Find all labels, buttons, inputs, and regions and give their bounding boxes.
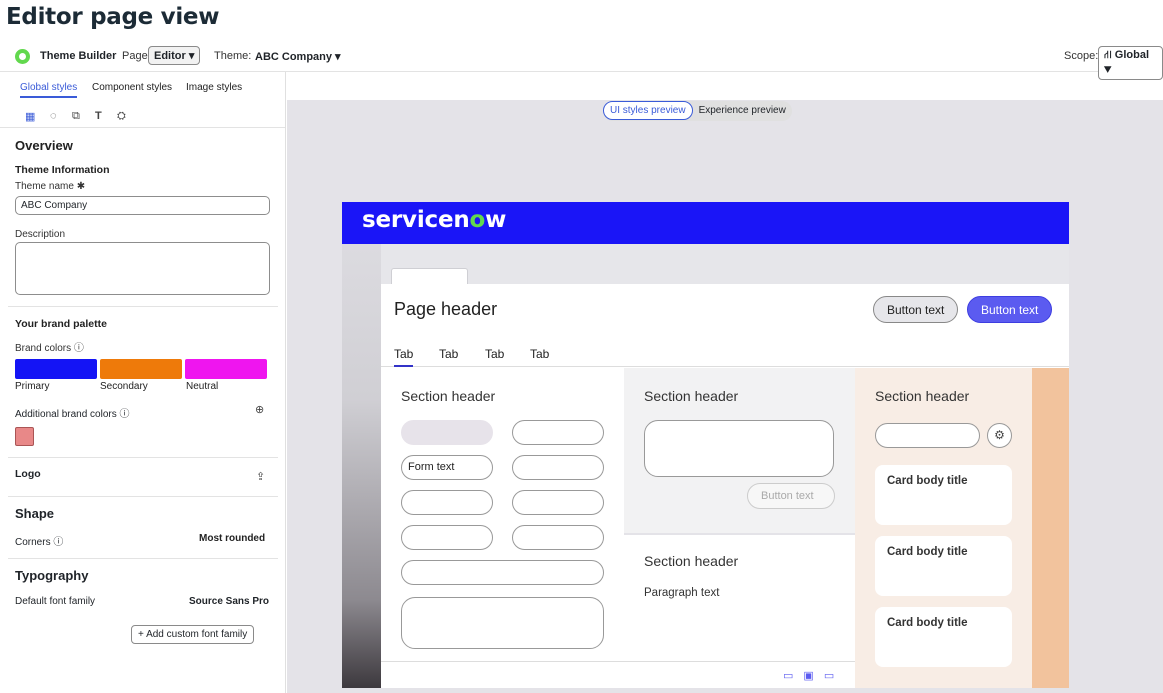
primary-button[interactable]: Button text [967, 296, 1053, 323]
page-tab[interactable]: Tab [530, 347, 549, 361]
section-header: Section header [644, 553, 739, 569]
corners-label: Corners ⓘ [15, 537, 64, 548]
section-gray: Section header Button text [624, 368, 855, 533]
wide-form-input[interactable] [401, 560, 604, 585]
page-top-bar [381, 244, 1069, 284]
divider [8, 496, 278, 497]
overview-heading: Overview [15, 138, 73, 153]
additional-color-swatch[interactable] [15, 427, 34, 446]
form-section: Section header Form text [381, 368, 624, 688]
palette-icon[interactable]: ◌ [50, 110, 57, 122]
side-strip [342, 244, 381, 688]
typography-icon[interactable]: T [95, 110, 102, 122]
section-header: Section header [644, 388, 739, 404]
accent-strip [1032, 368, 1069, 688]
page-header: Page header [394, 299, 498, 319]
divider [8, 457, 278, 458]
form-input[interactable] [512, 455, 604, 480]
form-input[interactable] [512, 490, 604, 515]
page-tabs: Tab Tab Tab Tab [381, 344, 1069, 367]
disabled-button[interactable]: Button text [747, 483, 835, 509]
secondary-label: Secondary [100, 381, 148, 392]
search-input[interactable] [875, 423, 980, 448]
add-color-icon[interactable]: ⊕ [255, 403, 264, 416]
image-icon[interactable]: ⧉ [72, 110, 80, 123]
tab-component-styles[interactable]: Component styles [92, 82, 172, 93]
form-input[interactable] [512, 525, 604, 550]
section-header: Section header [875, 388, 970, 404]
secondary-button[interactable]: Button text [873, 296, 959, 323]
theme-info-heading: Theme Information [15, 164, 110, 176]
form-textarea[interactable] [401, 597, 604, 649]
shape-heading: Shape [15, 506, 55, 521]
section-header: Section header [401, 388, 496, 404]
theme-builder-logo-icon [15, 49, 30, 64]
section-icon-row: ▦ ◌ ⧉ T ⛭ [0, 106, 285, 128]
theme-select[interactable]: ABC Company ▾ [255, 50, 341, 63]
secondary-color-swatch[interactable] [100, 359, 182, 379]
browser-tab-chip [391, 268, 468, 284]
page-tab[interactable]: Tab [394, 347, 414, 367]
theme-label: Theme: [214, 50, 252, 62]
divider [8, 306, 278, 307]
page-select[interactable]: Editor ▾ [148, 46, 201, 65]
tab-image-styles[interactable]: Image styles [186, 82, 242, 93]
form-input[interactable] [401, 490, 493, 515]
paragraph-text: Paragraph text [644, 587, 720, 599]
preview-page: Page header Button text Button text Tab … [381, 244, 1069, 688]
page-filled-icon[interactable]: ▣ [803, 670, 813, 682]
form-text-input[interactable]: Form text [401, 455, 493, 480]
document-title: Editor page view [6, 4, 220, 30]
filled-input[interactable] [401, 420, 493, 445]
default-font-label: Default font family [15, 596, 96, 607]
card[interactable]: Card body title [875, 536, 1012, 596]
neutral-label: Neutral [186, 381, 219, 392]
scope-select[interactable]: ⛙ Global ▾ [1098, 46, 1163, 80]
page-label: Page: [122, 50, 151, 62]
page-tab[interactable]: Tab [485, 347, 504, 361]
brand-colors-label: Brand colors ⓘ [15, 343, 84, 354]
corners-value[interactable]: Most rounded [199, 533, 265, 544]
footer-icons: ▭ ▣ ▭ [783, 669, 844, 682]
ui-styles-preview-toggle[interactable]: UI styles preview [603, 101, 693, 120]
style-tabs: Global styles Component styles Image sty… [0, 72, 285, 98]
default-font-value[interactable]: Source Sans Pro [189, 596, 269, 607]
tab-global-styles[interactable]: Global styles [20, 82, 78, 98]
app-bar: Theme Builder Page: Editor ▾ Theme: ABC … [0, 42, 1163, 80]
primary-color-swatch[interactable] [15, 359, 97, 379]
page-tab[interactable]: Tab [439, 347, 458, 361]
form-input[interactable] [512, 420, 604, 445]
divider [8, 558, 278, 559]
page-icon[interactable]: ▭ [783, 670, 793, 682]
card[interactable]: Card body title [875, 607, 1012, 667]
additional-colors-label: Additional brand colors ⓘ [15, 409, 130, 420]
preview-toggle: UI styles preview Experience preview [603, 101, 792, 121]
card-section: Section header ⚙ Card body title Card bo… [855, 368, 1032, 688]
typography-heading: Typography [15, 568, 89, 583]
textarea[interactable] [644, 420, 834, 477]
description-input[interactable] [15, 242, 270, 295]
add-custom-font-button[interactable]: + Add custom font family [131, 625, 255, 644]
servicenow-logo: servicenow [362, 207, 507, 233]
upload-icon[interactable]: ⇪ [256, 470, 265, 483]
card[interactable]: Card body title [875, 465, 1012, 525]
brand-palette-heading: Your brand palette [15, 318, 107, 330]
preview-footer: ▭ ▣ ▭ [381, 661, 855, 688]
theme-name-input[interactable]: ABC Company [15, 196, 270, 215]
overview-icon[interactable]: ▦ [25, 110, 35, 123]
primary-label: Primary [15, 381, 50, 392]
page-icon[interactable]: ▭ [824, 670, 834, 682]
description-label: Description [15, 229, 66, 240]
servicenow-header: servicenow [342, 202, 1069, 244]
form-input[interactable] [401, 525, 493, 550]
theme-name-label: Theme name ✱ [15, 181, 86, 192]
filter-icon[interactable]: ⚙ [987, 423, 1012, 448]
experience-preview-toggle[interactable]: Experience preview [693, 102, 792, 119]
shape-icon[interactable]: ⛭ [117, 110, 126, 123]
scope-label: Scope: [1064, 50, 1099, 62]
logo-label: Logo [15, 468, 41, 480]
app-name: Theme Builder [40, 50, 117, 62]
neutral-color-swatch[interactable] [185, 359, 267, 379]
